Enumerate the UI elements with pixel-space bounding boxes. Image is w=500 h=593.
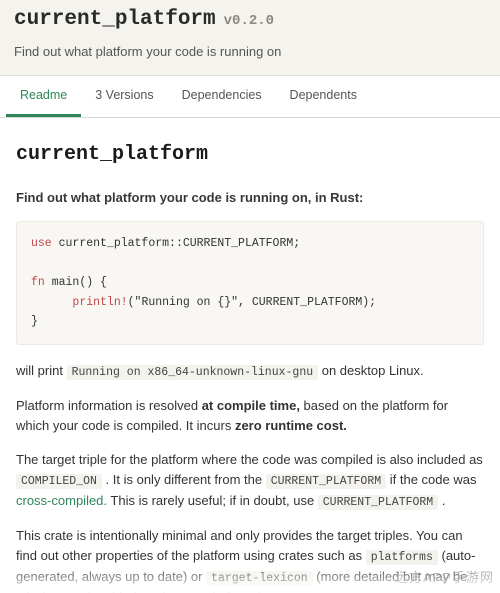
- t: on desktop Linux.: [318, 363, 424, 378]
- code-kw-use: use: [31, 237, 52, 250]
- para-compiled-on: The target triple for the platform where…: [16, 450, 484, 512]
- t: The target triple for the platform where…: [16, 452, 483, 467]
- link-cross-compiled[interactable]: cross-compiled.: [16, 493, 107, 508]
- tab-readme[interactable]: Readme: [6, 76, 81, 117]
- tab-dependents[interactable]: Dependents: [276, 76, 371, 117]
- package-version: v0.2.0: [224, 11, 274, 32]
- package-header: current_platform v0.2.0 Find out what pl…: [0, 0, 500, 76]
- para-compile-time: Platform information is resolved at comp…: [16, 396, 484, 436]
- t: will print: [16, 363, 67, 378]
- tab-bar: Readme 3 Versions Dependencies Dependent…: [0, 76, 500, 118]
- tab-dependencies[interactable]: Dependencies: [168, 76, 276, 117]
- package-subtitle: Find out what platform your code is runn…: [14, 42, 486, 62]
- bold-zero-cost: zero runtime cost.: [235, 418, 347, 433]
- output-code: Running on x86_64-unknown-linux-gnu: [67, 365, 319, 380]
- tab-versions[interactable]: 3 Versions: [81, 76, 167, 117]
- t: .: [438, 493, 445, 508]
- code-indent: [31, 296, 72, 309]
- code-current-platform: CURRENT_PLATFORM: [266, 474, 386, 489]
- code-target-lexicon: target-lexicon: [206, 571, 313, 586]
- t: if the code was: [386, 472, 476, 487]
- code-compiled-on: COMPILED_ON: [16, 474, 102, 489]
- t: Platform information is resolved: [16, 398, 202, 413]
- code-fn-rest: main() {: [45, 276, 107, 289]
- readme-content: current_platform Find out what platform …: [0, 118, 500, 593]
- title-row: current_platform v0.2.0: [14, 4, 486, 36]
- para-other-crates: This crate is intentionally minimal and …: [16, 526, 484, 593]
- code-use-rest: current_platform::CURRENT_PLATFORM;: [52, 237, 300, 250]
- code-example: use current_platform::CURRENT_PLATFORM; …: [16, 221, 484, 345]
- code-kw-fn: fn: [31, 276, 45, 289]
- t: This is rarely useful; if in doubt, use: [107, 493, 318, 508]
- readme-intro: Find out what platform your code is runn…: [16, 188, 484, 208]
- code-println-rest: ("Running on {}", CURRENT_PLATFORM);: [128, 296, 376, 309]
- bold-compile-time: at compile time,: [202, 398, 300, 413]
- para-output: will print Running on x86_64-unknown-lin…: [16, 361, 484, 382]
- readme-heading: current_platform: [16, 140, 484, 170]
- code-println-macro: println!: [72, 296, 127, 309]
- t: . It is only different from the: [102, 472, 266, 487]
- package-name: current_platform: [14, 4, 216, 36]
- code-platforms: platforms: [366, 550, 438, 565]
- code-close: }: [31, 315, 38, 328]
- code-current-platform-2: CURRENT_PLATFORM: [318, 495, 438, 510]
